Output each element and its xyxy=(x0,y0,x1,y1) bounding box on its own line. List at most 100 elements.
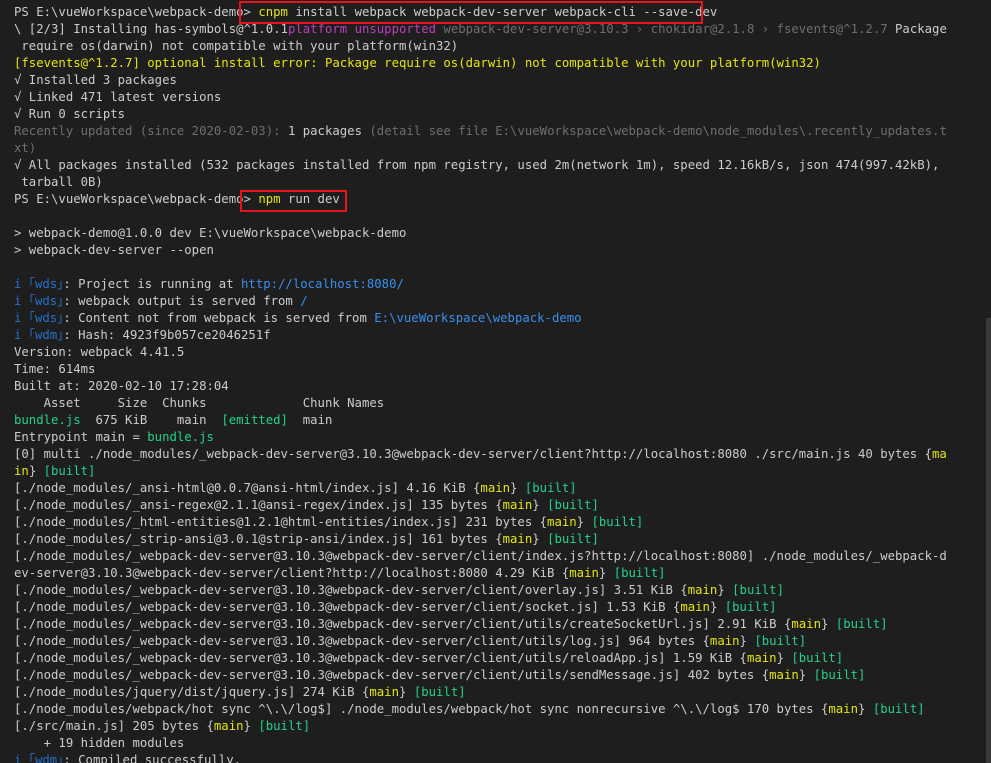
terminal-text: http://localhost:8080/ xyxy=(241,277,404,291)
terminal-text: } xyxy=(776,651,792,665)
terminal-line: [./node_modules/jquery/dist/jquery.js] 2… xyxy=(14,684,466,701)
terminal-text: } xyxy=(820,617,836,631)
terminal-line: √ Installed 3 packages xyxy=(14,72,177,89)
terminal-text: Asset Size Chunks Chunk Names xyxy=(14,396,385,410)
terminal-line: Entrypoint main = bundle.js xyxy=(14,429,214,446)
terminal-text: platform unsupported xyxy=(287,22,437,36)
terminal-text: [built] xyxy=(547,532,599,546)
terminal-text: i ｢wds｣ xyxy=(14,311,64,325)
terminal-text: } xyxy=(576,515,592,529)
terminal-line: [./node_modules/_strip-ansi@3.0.1@strip-… xyxy=(14,531,599,548)
terminal-text: [built] xyxy=(732,583,784,597)
terminal-text: [./node_modules/_strip-ansi@3.0.1@strip-… xyxy=(14,532,503,546)
terminal-text: + 19 hidden modules xyxy=(14,736,185,750)
terminal-text: } xyxy=(709,600,725,614)
terminal-text: [./node_modules/_html-entities@1.2.1@htm… xyxy=(14,515,548,529)
terminal-line: [fsevents@^1.2.7] optional install error… xyxy=(14,55,821,72)
terminal-line: i ｢wds｣: webpack output is served from / xyxy=(14,293,308,310)
terminal-text: [built] xyxy=(724,600,777,614)
terminal-text: [built] xyxy=(524,481,577,495)
terminal-line: Version: webpack 4.41.5 xyxy=(14,344,184,361)
terminal-line: i ｢wds｣: Project is running at http://lo… xyxy=(14,276,404,293)
terminal-text: [built] xyxy=(835,617,888,631)
terminal-text: webpack-dev-server@3.10.3 › chokidar@2.1… xyxy=(436,22,888,36)
terminal-text: main xyxy=(176,413,207,427)
terminal-line: [./node_modules/_webpack-dev-server@3.10… xyxy=(14,667,865,684)
terminal-text: [built] xyxy=(872,702,925,716)
terminal-text: i ｢wds｣ xyxy=(14,294,64,308)
terminal-scrollbar-track[interactable] xyxy=(986,0,991,763)
terminal-text: > webpack-demo@1.0.0 dev E:\vueWorkspace… xyxy=(14,226,407,240)
terminal-text: i ｢wdm｣ xyxy=(14,328,64,342)
terminal-text: √ Run 0 scripts xyxy=(14,107,126,121)
terminal-text: Entrypoint xyxy=(14,430,96,444)
terminal-line: [0] multi ./node_modules/_webpack-dev-se… xyxy=(14,446,947,463)
terminal-text: main xyxy=(687,583,718,597)
terminal-text: PS E:\vueWorkspace\webpack-demo> xyxy=(14,5,259,19)
terminal-text: Built at: 2020-02-10 17:28:04 xyxy=(14,379,229,393)
terminal-line: xt) xyxy=(14,140,36,157)
terminal-line: \ [2/3] Installing has-symbols@^1.0.1pla… xyxy=(14,21,947,38)
terminal-line: i ｢wdm｣: Compiled successfully. xyxy=(14,752,241,763)
terminal-text: [./node_modules/webpack/hot sync ^\.\/lo… xyxy=(14,702,829,716)
terminal-text: Recently updated (since 2020-02-03): xyxy=(14,124,288,138)
terminal-text: main xyxy=(746,651,777,665)
terminal-text: [./node_modules/_webpack-dev-server@3.10… xyxy=(14,549,947,563)
terminal-text: 675 KiB xyxy=(80,413,177,427)
terminal-text: \ [2/3] Installing has-symbols@^1.0.1 xyxy=(14,22,288,36)
terminal-line: in} [built] xyxy=(14,463,95,480)
terminal-text: [built] xyxy=(791,651,844,665)
terminal-text: [./node_modules/_ansi-regex@2.1.1@ansi-r… xyxy=(14,498,503,512)
terminal-line: [./node_modules/_webpack-dev-server@3.10… xyxy=(14,599,777,616)
terminal-text: [built] xyxy=(754,634,807,648)
terminal-text: [./src/main.js] 205 bytes { xyxy=(14,719,214,733)
terminal-text: i ｢wds｣ xyxy=(14,277,64,291)
terminal-line: [./node_modules/_ansi-html@0.0.7@ansi-ht… xyxy=(14,480,577,497)
terminal-text: [fsevents@^1.2.7] optional install error… xyxy=(14,56,821,70)
terminal-text: : Hash: 4923f9b057ce2046251f xyxy=(63,328,271,342)
terminal-text: [built] xyxy=(258,719,311,733)
terminal-text: main xyxy=(502,498,533,512)
terminal-text: : Compiled successfully. xyxy=(63,753,242,763)
terminal-text: } xyxy=(739,634,755,648)
terminal-text: Time: 614ms xyxy=(14,362,96,376)
terminal-line: tarball 0B) xyxy=(14,174,103,191)
terminal-output[interactable]: PS E:\vueWorkspace\webpack-demo> cnpm in… xyxy=(0,0,986,763)
terminal-text: √ All packages installed (532 packages i… xyxy=(14,158,940,172)
terminal-line: Asset Size Chunks Chunk Names xyxy=(14,395,385,412)
terminal-line: ev-server@3.10.3@webpack-dev-server/clie… xyxy=(14,565,666,582)
terminal-line: > webpack-dev-server --open xyxy=(14,242,214,259)
terminal-text: [./node_modules/_webpack-dev-server@3.10… xyxy=(14,617,792,631)
terminal-line: √ All packages installed (532 packages i… xyxy=(14,157,939,174)
terminal-text: ev-server@3.10.3@webpack-dev-server/clie… xyxy=(14,566,570,580)
terminal-text: [./node_modules/_ansi-html@0.0.7@ansi-ht… xyxy=(14,481,481,495)
terminal-text: [./node_modules/_webpack-dev-server@3.10… xyxy=(14,583,688,597)
terminal-text: main xyxy=(569,566,599,580)
terminal-scrollbar-thumb[interactable] xyxy=(986,318,991,763)
terminal-line: [./node_modules/_html-entities@1.2.1@htm… xyxy=(14,514,643,531)
terminal-text: main xyxy=(791,617,821,631)
terminal-line: [./src/main.js] 205 bytes {main} [built] xyxy=(14,718,310,735)
terminal-text: [built] xyxy=(813,668,866,682)
terminal-line: bundle.js 675 KiB main [emitted] main xyxy=(14,412,332,429)
terminal-text: : Project is running at xyxy=(63,277,242,291)
terminal-line: [./node_modules/_webpack-dev-server@3.10… xyxy=(14,650,843,667)
terminal-text: cnpm xyxy=(258,5,288,19)
terminal-line: Recently updated (since 2020-02-03): 1 p… xyxy=(14,123,947,140)
terminal-text: main xyxy=(769,668,799,682)
terminal-text: [0] multi ./node_modules/_webpack-dev-se… xyxy=(14,447,933,461)
terminal-text: } xyxy=(243,719,259,733)
terminal-text: [built] xyxy=(547,498,599,512)
terminal-text: } xyxy=(28,464,44,478)
terminal-text: tarball 0B) xyxy=(14,175,103,189)
terminal-line: [./node_modules/_webpack-dev-server@3.10… xyxy=(14,633,806,650)
terminal-text: [./node_modules/_webpack-dev-server@3.10… xyxy=(14,668,770,682)
terminal-text: E:\vueWorkspace\webpack-demo xyxy=(374,311,582,325)
terminal-text: i ｢wdm｣ xyxy=(14,753,64,763)
terminal-text: } xyxy=(858,702,873,716)
terminal-text: (detail see file E:\vueWorkspace\webpack… xyxy=(361,124,947,138)
terminal-text: [built] xyxy=(43,464,96,478)
terminal-line: i ｢wdm｣: Hash: 4923f9b057ce2046251f xyxy=(14,327,271,344)
terminal-text: = xyxy=(125,430,148,444)
